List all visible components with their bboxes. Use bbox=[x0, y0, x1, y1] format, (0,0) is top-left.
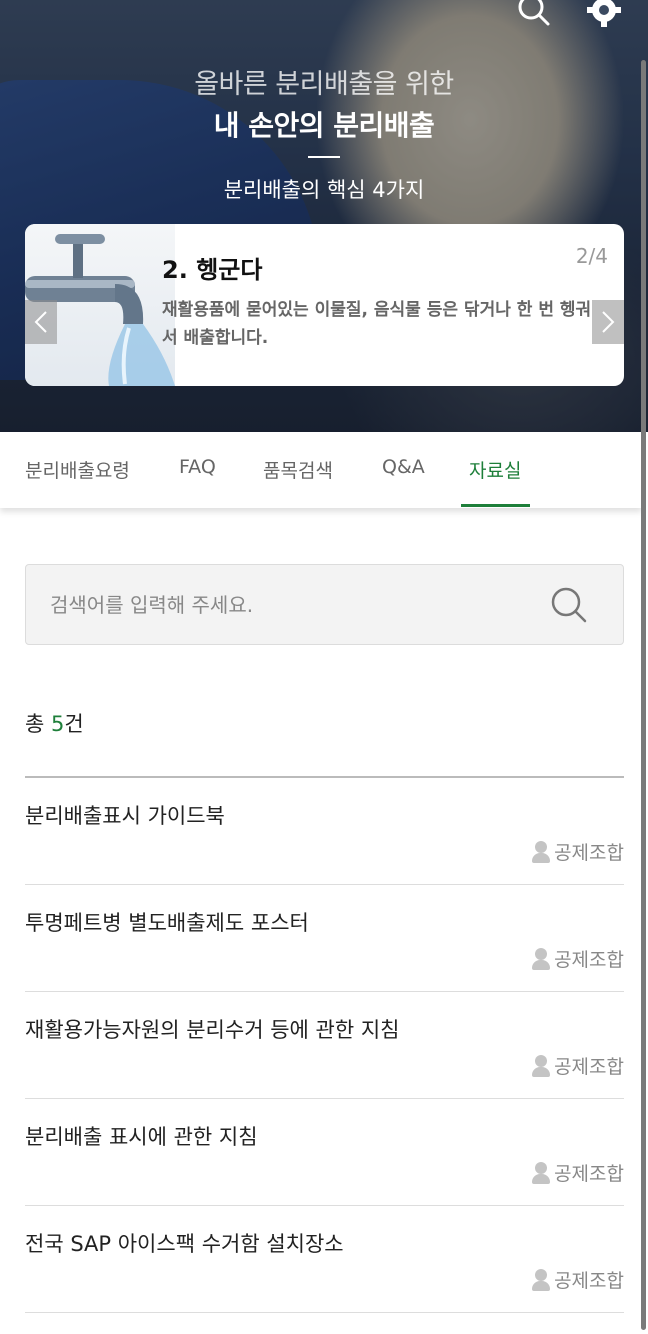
list-item-title: 투명페트병 별도배출제도 포스터 bbox=[25, 911, 309, 935]
hero-title: 내 손안의 분리배출 bbox=[213, 109, 435, 142]
search-box bbox=[25, 564, 624, 645]
list-item-author: 공제조합 bbox=[532, 1052, 624, 1079]
prev-slide-button[interactable] bbox=[25, 300, 57, 344]
result-count-suffix: 건 bbox=[64, 712, 84, 736]
person-icon bbox=[532, 840, 551, 863]
person-icon bbox=[532, 947, 551, 970]
archive-list: 분리배출표시 가이드북 공제조합 투명페트병 별도배출제도 포스터 공제조합 재… bbox=[25, 776, 624, 1313]
author-name: 공제조합 bbox=[554, 1270, 624, 1292]
tab-item-search[interactable]: 품목검색 bbox=[263, 456, 333, 483]
search-icon bbox=[551, 587, 587, 623]
next-slide-button[interactable] bbox=[592, 300, 624, 344]
list-item-title: 분리배출 표시에 관한 지침 bbox=[25, 1125, 258, 1149]
tip-number: 2. bbox=[162, 256, 188, 284]
author-name: 공제조합 bbox=[554, 1056, 624, 1078]
gear-icon[interactable] bbox=[584, 0, 624, 30]
author-name: 공제조합 bbox=[554, 949, 624, 971]
list-item-title: 전국 SAP 아이스팩 수거함 설치장소 bbox=[25, 1232, 344, 1256]
top-toolbar bbox=[514, 0, 624, 30]
search-icon[interactable] bbox=[514, 0, 554, 30]
tip-card[interactable]: 2. 헹군다 2/4 재활용품에 묻어있는 이물질, 음식물 등은 닦거나 한 … bbox=[25, 224, 624, 386]
tip-title-text: 헹군다 bbox=[196, 256, 263, 284]
chevron-right-icon bbox=[602, 311, 615, 333]
person-icon bbox=[532, 1054, 551, 1077]
hero-subtitle: 올바른 분리배출을 위한 bbox=[194, 69, 454, 100]
list-item-title: 재활용가능자원의 분리수거 등에 관한 지침 bbox=[25, 1018, 400, 1042]
list-item[interactable]: 재활용가능자원의 분리수거 등에 관한 지침 공제조합 bbox=[25, 992, 624, 1099]
person-icon bbox=[532, 1268, 551, 1291]
author-name: 공제조합 bbox=[554, 842, 624, 864]
result-count: 총 5건 bbox=[25, 708, 84, 738]
result-count-number: 5 bbox=[51, 712, 65, 736]
slide-page-indicator: 2/4 bbox=[575, 244, 608, 268]
list-item-author: 공제조합 bbox=[532, 1266, 624, 1293]
hero-banner: 올바른 분리배출을 위한 내 손안의 분리배출 분리배출의 핵심 4가지 2. … bbox=[0, 0, 648, 432]
list-item-author: 공제조합 bbox=[532, 945, 624, 972]
tab-qna[interactable]: Q&A bbox=[382, 456, 425, 478]
list-item[interactable]: 분리배출 표시에 관한 지침 공제조합 bbox=[25, 1099, 624, 1206]
list-item[interactable]: 분리배출표시 가이드북 공제조합 bbox=[25, 778, 624, 885]
tab-archive[interactable]: 자료실 bbox=[469, 456, 521, 483]
list-item-author: 공제조합 bbox=[532, 838, 624, 865]
tab-bar: 분리배출요령 FAQ 품목검색 Q&A 자료실 bbox=[0, 432, 642, 508]
tab-guide[interactable]: 분리배출요령 bbox=[25, 456, 130, 483]
person-icon bbox=[532, 1161, 551, 1184]
tab-faq[interactable]: FAQ bbox=[179, 456, 216, 478]
active-tab-indicator bbox=[461, 504, 530, 507]
hero-caption: 분리배출의 핵심 4가지 bbox=[223, 178, 425, 202]
author-name: 공제조합 bbox=[554, 1163, 624, 1185]
list-item[interactable]: 전국 SAP 아이스팩 수거함 설치장소 공제조합 bbox=[25, 1206, 624, 1313]
tip-title: 2. 헹군다 bbox=[162, 250, 262, 285]
tip-description: 재활용품에 묻어있는 이물질, 음식물 등은 닦거나 한 번 헹궈서 배출합니다… bbox=[162, 300, 592, 348]
scrollbar[interactable] bbox=[641, 60, 646, 1330]
result-count-prefix: 총 bbox=[25, 712, 51, 736]
search-input[interactable] bbox=[50, 565, 530, 644]
list-item[interactable]: 투명페트병 별도배출제도 포스터 공제조합 bbox=[25, 885, 624, 992]
list-item-title: 분리배출표시 가이드북 bbox=[25, 804, 225, 828]
chevron-left-icon bbox=[34, 311, 47, 333]
search-button[interactable] bbox=[549, 585, 589, 625]
list-item-author: 공제조합 bbox=[532, 1159, 624, 1186]
divider bbox=[308, 156, 340, 158]
